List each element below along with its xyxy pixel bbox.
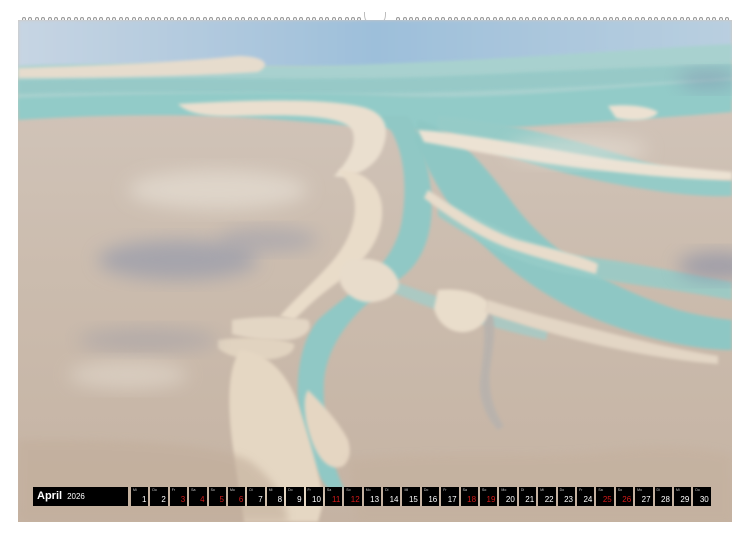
weekday-label: Fr bbox=[171, 488, 176, 492]
weekday-label: Mo bbox=[365, 488, 371, 492]
day-cell: Mi 22 bbox=[538, 487, 556, 506]
weekday-label: Mo bbox=[229, 488, 235, 492]
weekday-label: So bbox=[210, 488, 215, 492]
day-cell: Fr 17 bbox=[441, 487, 459, 506]
day-cell: Do 30 bbox=[693, 487, 711, 506]
day-number: 16 bbox=[428, 495, 438, 504]
day-number: 18 bbox=[467, 495, 477, 504]
day-number: 2 bbox=[161, 495, 166, 504]
day-cell: Fr 3 bbox=[169, 487, 188, 506]
day-cell: Mi 1 bbox=[131, 487, 149, 506]
day-number: 27 bbox=[641, 495, 651, 504]
day-cell: Di 14 bbox=[383, 487, 401, 506]
day-cell: So 12 bbox=[344, 487, 362, 506]
weekday-label: Mi bbox=[268, 488, 273, 492]
weekday-label: Di bbox=[385, 488, 389, 492]
photo-illustration bbox=[18, 20, 732, 522]
weekday-label: Mi bbox=[133, 488, 137, 492]
day-number: 25 bbox=[602, 495, 612, 504]
day-cell: So 26 bbox=[615, 487, 634, 506]
weekday-label: Di bbox=[520, 488, 525, 492]
day-number: 3 bbox=[180, 495, 186, 504]
day-number: 30 bbox=[699, 495, 709, 504]
month-label: April 2026 bbox=[33, 487, 128, 506]
weekday-label: Sa bbox=[598, 488, 603, 492]
weekday-label: Mi bbox=[540, 488, 544, 492]
day-cell: Mo 20 bbox=[499, 487, 517, 506]
weekday-label: Fr bbox=[307, 488, 311, 492]
calendar-strip: April 2026 Mi 1 Do 2 Fr 3 Sa 4 So 5 Mo 6 Di 7 Mi 8 Do 9 Fr… bbox=[33, 487, 716, 506]
day-cell: Fr 10 bbox=[305, 487, 323, 506]
day-number: 23 bbox=[564, 495, 573, 504]
day-cells: Mi 1 Do 2 Fr 3 Sa 4 So 5 Mo 6 Di 7 Mi 8 Do 9 Fr 10 Sa 11 So 12 M… bbox=[131, 487, 711, 506]
day-cell: Sa 25 bbox=[596, 487, 614, 506]
day-number: 7 bbox=[258, 495, 263, 504]
day-number: 24 bbox=[583, 495, 593, 504]
day-cell: Do 23 bbox=[557, 487, 575, 506]
day-cell: Do 16 bbox=[421, 487, 440, 506]
day-number: 14 bbox=[389, 495, 399, 504]
day-cell: Mo 27 bbox=[635, 487, 653, 506]
day-number: 20 bbox=[505, 495, 515, 504]
month-year: 2026 bbox=[67, 492, 85, 501]
day-cell: Do 2 bbox=[150, 487, 168, 506]
weekday-label: Mo bbox=[501, 488, 507, 492]
day-cell: So 19 bbox=[480, 487, 498, 506]
day-number: 29 bbox=[680, 495, 690, 504]
weekday-label: Do bbox=[152, 488, 157, 492]
day-number: 26 bbox=[622, 495, 632, 504]
day-number: 28 bbox=[661, 495, 670, 504]
day-number: 6 bbox=[238, 495, 244, 504]
day-cell: Sa 18 bbox=[460, 487, 479, 506]
day-cell: So 5 bbox=[208, 487, 226, 506]
day-cell: Di 21 bbox=[518, 487, 537, 506]
weekday-label: Mi bbox=[675, 488, 680, 492]
weekday-label: So bbox=[617, 488, 623, 492]
weekday-label: Fr bbox=[443, 488, 447, 492]
day-number: 9 bbox=[297, 495, 302, 504]
tidal-flats-photo bbox=[18, 20, 732, 522]
weekday-label: Sa bbox=[326, 488, 332, 492]
weekday-label: Di bbox=[656, 488, 660, 492]
day-number: 10 bbox=[312, 495, 321, 504]
day-cell: Mo 6 bbox=[227, 487, 246, 506]
day-cell: Di 28 bbox=[654, 487, 672, 506]
day-number: 15 bbox=[408, 495, 418, 504]
day-number: 22 bbox=[544, 495, 554, 504]
month-name: April bbox=[37, 490, 63, 502]
day-cell: Mi 29 bbox=[673, 487, 692, 506]
weekday-label: Mi bbox=[404, 488, 409, 492]
weekday-label: So bbox=[346, 488, 351, 492]
day-number: 11 bbox=[331, 495, 341, 504]
day-number: 21 bbox=[525, 495, 535, 504]
day-cell: Fr 24 bbox=[576, 487, 595, 506]
weekday-label: Do bbox=[695, 488, 700, 492]
weekday-label: So bbox=[482, 488, 487, 492]
day-number: 19 bbox=[486, 495, 496, 504]
calendar-page: April 2026 Mi 1 Do 2 Fr 3 Sa 4 So 5 Mo 6 Di 7 Mi 8 Do 9 Fr… bbox=[0, 0, 750, 540]
day-cell: Mi 8 bbox=[266, 487, 285, 506]
day-cell: Sa 11 bbox=[324, 487, 343, 506]
weekday-label: Fr bbox=[578, 488, 583, 492]
day-number: 17 bbox=[447, 495, 457, 504]
day-number: 12 bbox=[350, 495, 360, 504]
day-cell: Di 7 bbox=[247, 487, 265, 506]
day-cell: Mo 13 bbox=[363, 487, 382, 506]
day-number: 8 bbox=[277, 495, 283, 504]
weekday-label: Do bbox=[423, 488, 429, 492]
day-number: 1 bbox=[141, 495, 147, 504]
day-cell: Do 9 bbox=[286, 487, 304, 506]
weekday-label: Sa bbox=[462, 488, 467, 492]
weekday-label: Do bbox=[559, 488, 565, 492]
weekday-label: Sa bbox=[191, 488, 196, 492]
weekday-label: Mo bbox=[637, 488, 643, 492]
day-number: 13 bbox=[370, 495, 380, 504]
weekday-label: Do bbox=[288, 488, 293, 492]
day-number: 5 bbox=[219, 495, 224, 504]
weekday-label: Di bbox=[249, 488, 253, 492]
day-cell: Mi 15 bbox=[402, 487, 420, 506]
day-cell: Sa 4 bbox=[189, 487, 207, 506]
day-number: 4 bbox=[200, 495, 205, 504]
